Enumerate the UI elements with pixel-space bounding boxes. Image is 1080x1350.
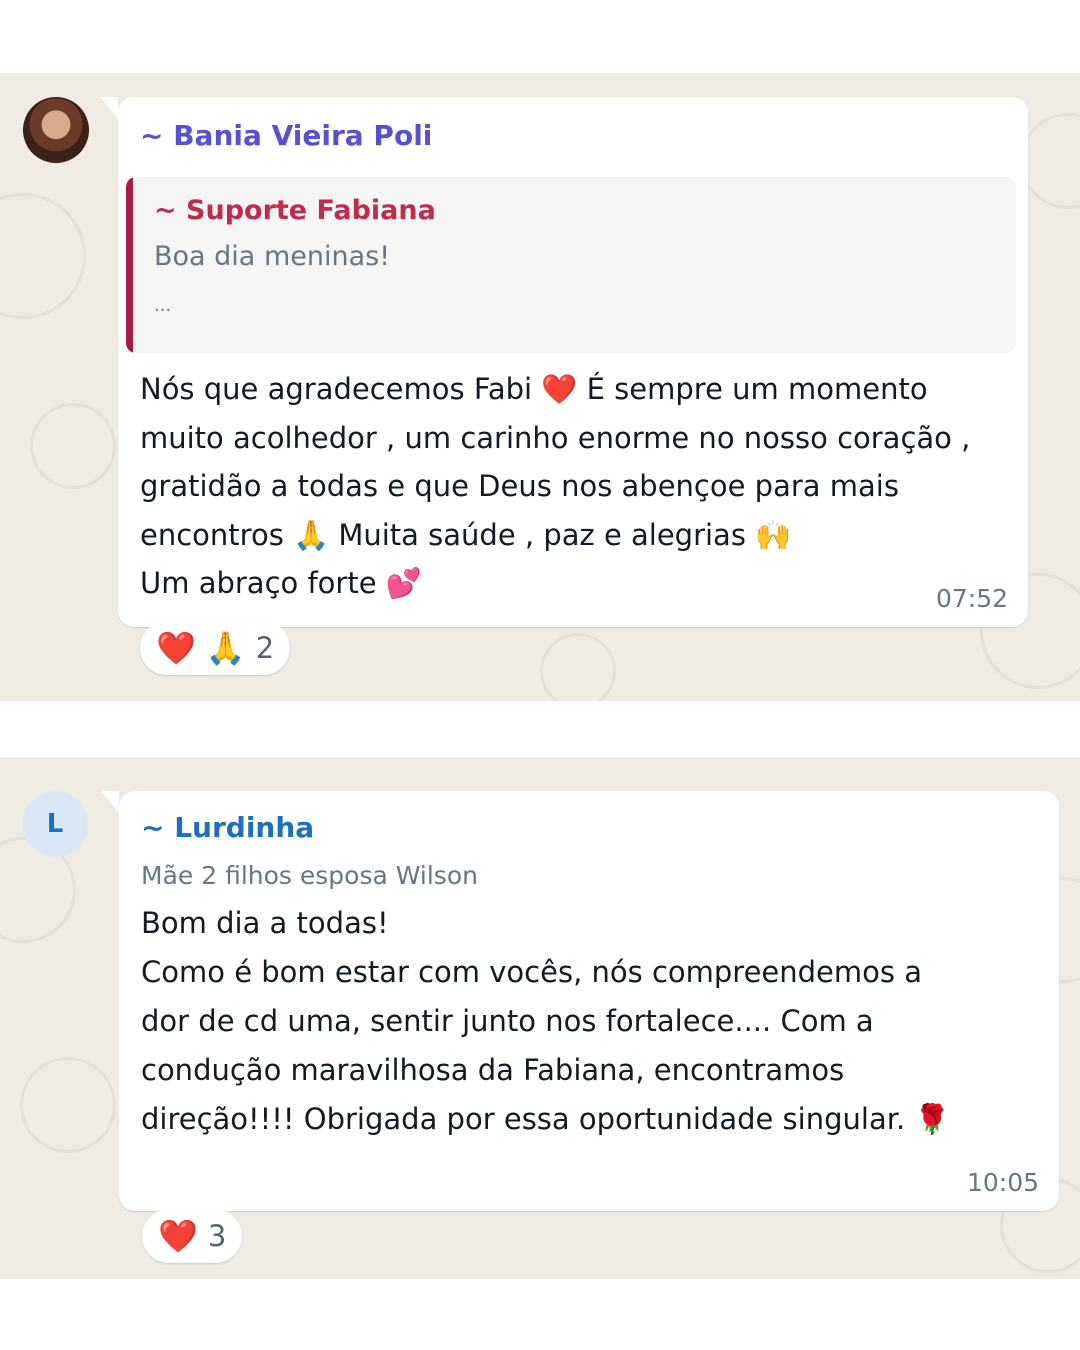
message-line: muito acolhedor , um carinho enorme no n…: [140, 420, 971, 455]
sender-name[interactable]: ~ Lurdinha: [141, 811, 314, 844]
sender-status: Mãe 2 filhos esposa Wilson: [141, 861, 478, 890]
message-line: encontros 🙏 Muita saúde , paz e alegrias…: [140, 517, 792, 552]
message-line: Nós que agradecemos Fabi ❤️ É sempre um …: [140, 372, 928, 406]
quote-text: Boa dia meninas!: [154, 241, 391, 272]
message-bubble[interactable]: ~ Bania Vieira Poli ~ Suporte Fabiana Bo…: [118, 97, 1028, 627]
chat-panel-2: L ~ Lurdinha Mãe 2 filhos esposa Wilson …: [0, 757, 1080, 1279]
praying-hands-emoji-icon: 🙏: [205, 629, 246, 667]
message-text: Bom dia a todas! Como é bom estar com vo…: [141, 899, 951, 1144]
reaction-count: 3: [207, 1219, 227, 1253]
message-text: Nós que agradecemos Fabi ❤️ É sempre um …: [140, 365, 970, 608]
message-bubble[interactable]: ~ Lurdinha Mãe 2 filhos esposa Wilson Bo…: [119, 791, 1059, 1211]
message-line: condução maravilhosa da Fabiana, encontr…: [141, 1053, 845, 1087]
heart-emoji-icon: ❤️: [156, 629, 196, 667]
message-line: dor de cd uma, sentir junto nos fortalec…: [141, 1004, 874, 1038]
message-line: direção!!!! Obrigada por essa oportunida…: [141, 1102, 951, 1136]
message-line: Como é bom estar com vocês, nós compreen…: [141, 955, 922, 989]
quote-author: ~ Suporte Fabiana: [154, 195, 436, 226]
message-line: gratidão a todas e que Deus nos abençoe …: [140, 469, 899, 503]
chat-panel-1: ~ Bania Vieira Poli ~ Suporte Fabiana Bo…: [0, 73, 1080, 701]
avatar[interactable]: [23, 97, 89, 163]
avatar[interactable]: L: [22, 791, 88, 857]
message-time: 10:05: [966, 1168, 1039, 1197]
quoted-message[interactable]: ~ Suporte Fabiana Boa dia meninas! ...: [126, 177, 1016, 353]
quote-bar: [126, 177, 133, 353]
sender-name[interactable]: ~ Bania Vieira Poli: [140, 119, 432, 152]
reaction-count: 2: [255, 631, 275, 665]
message-time: 07:52: [935, 584, 1008, 613]
heart-emoji-icon: ❤️: [158, 1217, 198, 1255]
quote-ellipsis: ...: [154, 295, 172, 316]
message-line: Bom dia a todas!: [141, 906, 389, 940]
reactions-pill[interactable]: ❤️ 3: [142, 1209, 243, 1263]
message-line: Um abraço forte 💕: [140, 566, 422, 600]
reactions-pill[interactable]: ❤️ 🙏 2: [140, 621, 291, 675]
